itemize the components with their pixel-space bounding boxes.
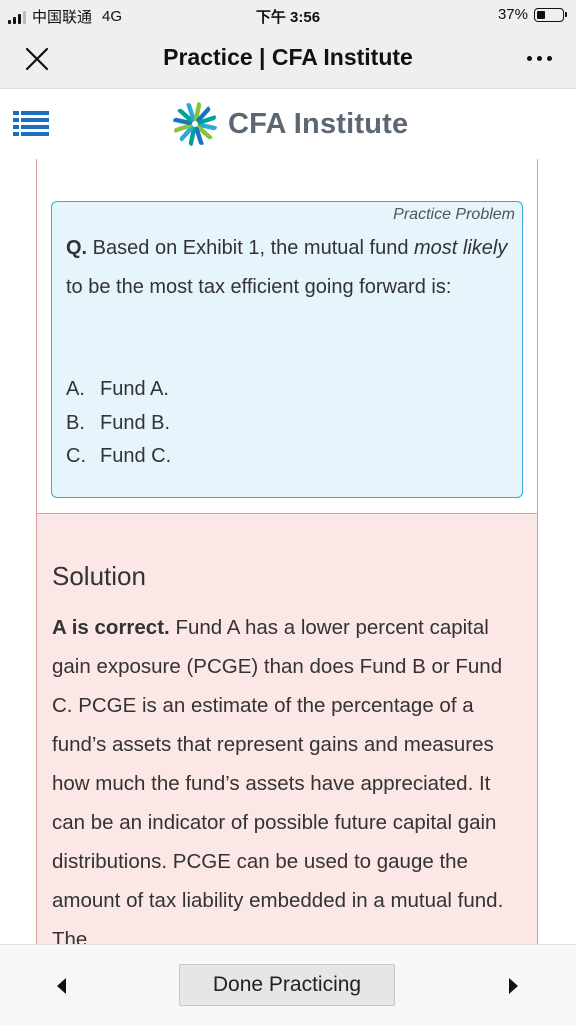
question-card: Practice Problem Q. Based on Exhibit 1, … <box>51 201 523 498</box>
solution-lead: A is correct. <box>52 616 170 639</box>
cfa-logo-icon <box>173 102 217 146</box>
question-label: Q. <box>66 237 88 259</box>
option-text: Fund B. <box>100 411 171 434</box>
option-letter: A. <box>66 378 85 400</box>
option-text: Fund C. <box>100 445 172 467</box>
cfa-logo[interactable]: CFA Institute <box>170 99 408 149</box>
prev-arrow-icon[interactable] <box>57 978 66 994</box>
solution-panel: Solution A is correct. Fund A has a lowe… <box>36 513 538 944</box>
question-text: Q. Based on Exhibit 1, the mutual fund m… <box>66 229 511 307</box>
title-bar: Practice | CFA Institute <box>0 30 576 89</box>
practice-problem-tag: Practice Problem <box>393 206 515 223</box>
option-letter: B. <box>66 411 85 434</box>
status-bar: 中国联通 4G 下午 3:56 37% <box>0 0 576 30</box>
question-text-part: Based on Exhibit 1, the mutual fund <box>87 237 414 259</box>
more-icon[interactable] <box>527 56 552 61</box>
answer-options: A. Fund A. B. Fund B. C. Fund C. <box>66 373 171 474</box>
logo-text: CFA Institute <box>228 107 409 140</box>
done-practicing-button[interactable]: Done Practicing <box>179 964 395 1006</box>
next-arrow-icon[interactable] <box>509 978 518 994</box>
page-title: Practice | CFA Institute <box>163 44 413 70</box>
menu-icon[interactable] <box>13 109 49 139</box>
question-emphasis: most likely <box>414 237 508 259</box>
status-right: 37% <box>497 6 567 23</box>
battery-percent: 37% <box>497 6 528 23</box>
option-b[interactable]: B. Fund B. <box>66 407 171 441</box>
battery-fill <box>537 10 546 19</box>
question-text-part: to be the most tax efficient going forwa… <box>66 276 452 298</box>
option-a[interactable]: A. Fund A. <box>66 373 171 407</box>
solution-body: Fund A has a lower percent capital gain … <box>52 616 504 944</box>
option-text: Fund A. <box>100 378 169 400</box>
option-letter: C. <box>66 445 86 467</box>
site-header: CFA Institute <box>0 89 576 159</box>
battery-icon <box>534 7 567 22</box>
option-c[interactable]: C. Fund C. <box>66 440 171 474</box>
bottom-toolbar: Done Practicing <box>0 944 576 1025</box>
status-time: 下午 3:56 <box>255 9 321 26</box>
solution-heading: Solution <box>52 561 146 591</box>
solution-text: A is correct. Fund A has a lower percent… <box>52 608 522 944</box>
